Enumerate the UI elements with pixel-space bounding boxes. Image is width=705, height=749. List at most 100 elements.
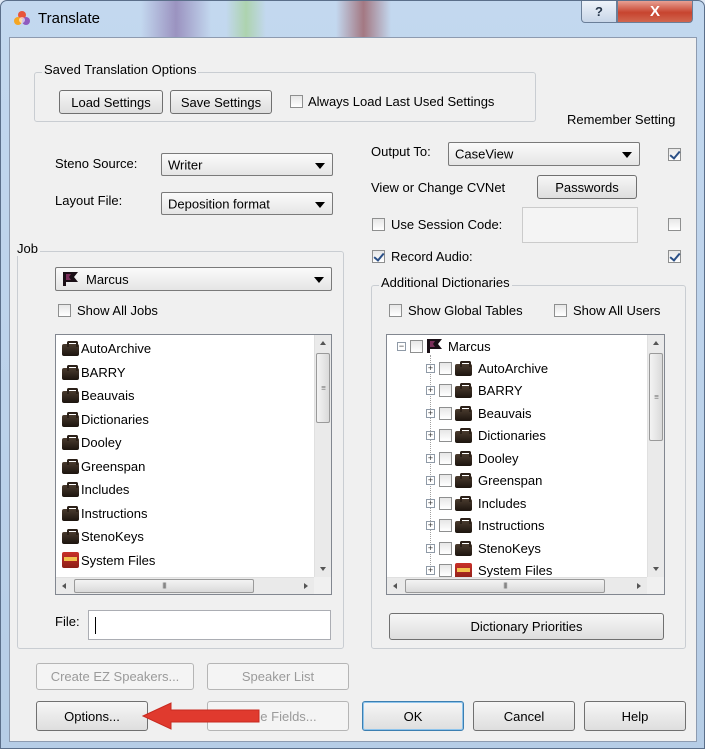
options-button[interactable]: Options... (36, 701, 148, 731)
job-list-hscroll[interactable]: III (56, 577, 314, 594)
expand-icon[interactable]: + (426, 498, 435, 508)
scroll-up-icon[interactable] (653, 341, 659, 345)
system-folder-icon (62, 552, 79, 568)
expand-icon[interactable]: + (426, 431, 435, 440)
record-audio-checkbox[interactable] (372, 250, 385, 263)
tree-node-label: BARRY (478, 383, 523, 398)
scroll-left-icon[interactable] (62, 583, 66, 589)
list-item-label: Includes (81, 482, 130, 497)
dictionary-priorities-button[interactable]: Dictionary Priorities (389, 613, 664, 640)
job-list-vscroll[interactable]: ≡ (314, 335, 331, 577)
tree-node[interactable]: + BARRY (426, 380, 523, 402)
save-settings-button[interactable]: Save Settings (170, 90, 272, 114)
cancel-button[interactable]: Cancel (473, 701, 575, 731)
tree-checkbox[interactable] (410, 339, 423, 353)
output-remember-checkbox[interactable] (668, 148, 681, 161)
tree-checkbox[interactable] (439, 564, 452, 577)
tree-checkbox[interactable] (439, 474, 452, 487)
dialog-client-area: Saved Translation Options Load Settings … (9, 37, 697, 742)
expand-icon[interactable]: + (426, 386, 435, 395)
layout-file-combo[interactable]: Deposition format (161, 192, 333, 215)
show-all-jobs-label: Show All Jobs (77, 303, 158, 318)
expand-icon[interactable]: + (426, 363, 435, 373)
dictionary-tree[interactable]: − Marcus + AutoArchive + BARRY + Beauvais + Dic… (386, 334, 665, 595)
scroll-left-icon[interactable] (393, 583, 397, 589)
job-list-vscroll-thumb[interactable]: ≡ (316, 353, 330, 423)
title-bar[interactable]: Translate ? X (1, 1, 704, 37)
scroll-down-icon[interactable] (653, 567, 659, 571)
file-input[interactable] (88, 610, 331, 640)
tree-checkbox[interactable] (439, 451, 452, 465)
list-item[interactable]: Dictionaries (62, 408, 149, 431)
list-item[interactable]: System Files (62, 549, 155, 572)
tree-node[interactable]: + Dooley (426, 447, 518, 469)
create-ez-speakers-button[interactable]: Create EZ Speakers... (36, 663, 194, 690)
load-settings-button[interactable]: Load Settings (59, 90, 163, 114)
list-item[interactable]: Dooley (62, 431, 121, 454)
steno-source-combo[interactable]: Writer (161, 153, 333, 176)
tree-node[interactable]: + Includes (426, 492, 526, 514)
passwords-button[interactable]: Passwords (537, 175, 637, 199)
tree-checkbox[interactable] (439, 406, 452, 420)
expand-icon[interactable]: + (426, 476, 435, 485)
list-item[interactable]: AutoArchive (62, 337, 151, 360)
tree-node[interactable]: + Greenspan (426, 470, 542, 492)
list-item[interactable]: Greenspan (62, 455, 145, 478)
title-close-button[interactable]: X (617, 1, 693, 23)
tree-node[interactable]: + Beauvais (426, 402, 531, 424)
list-item[interactable]: Beauvais (62, 384, 134, 407)
expand-icon[interactable]: + (426, 453, 435, 463)
tree-node[interactable]: + Dictionaries (426, 425, 546, 447)
tree-checkbox[interactable] (439, 361, 452, 375)
job-combo[interactable]: Marcus (55, 267, 332, 291)
expand-icon[interactable]: + (426, 566, 435, 575)
job-hscroll-grip: III (162, 581, 167, 591)
tree-checkbox[interactable] (439, 384, 452, 397)
session-code-input[interactable] (522, 207, 638, 243)
show-all-users-checkbox[interactable] (554, 304, 567, 317)
expand-icon[interactable]: + (426, 521, 435, 530)
file-label: File: (55, 614, 80, 629)
expand-icon[interactable]: + (426, 543, 435, 553)
folder-icon (62, 505, 79, 521)
job-list[interactable]: AutoArchive BARRY Beauvais Dictionaries Dool… (55, 334, 332, 595)
tree-node[interactable]: + StenoKeys (426, 537, 541, 559)
title-help-button[interactable]: ? (581, 1, 617, 23)
use-session-code-checkbox[interactable] (372, 218, 385, 231)
dict-tree-hscroll[interactable]: III (387, 577, 647, 594)
scroll-right-icon[interactable] (304, 583, 308, 589)
show-global-tables-checkbox[interactable] (389, 304, 402, 317)
tree-checkbox[interactable] (439, 519, 452, 532)
dict-tree-vscroll-thumb[interactable]: ≡ (649, 353, 663, 441)
tree-checkbox[interactable] (439, 496, 452, 510)
tree-root-marcus[interactable]: − Marcus (397, 335, 491, 357)
tree-node[interactable]: + AutoArchive (426, 357, 548, 379)
show-all-jobs-checkbox[interactable] (58, 304, 71, 317)
scroll-right-icon[interactable] (637, 583, 641, 589)
tree-node[interactable]: + Instructions (426, 515, 544, 537)
list-item[interactable]: StenoKeys (62, 525, 144, 548)
folder-icon (62, 458, 79, 474)
list-item[interactable]: Includes (62, 478, 129, 501)
folder-icon (455, 450, 472, 466)
tree-checkbox[interactable] (439, 429, 452, 442)
dict-tree-hscroll-thumb[interactable]: III (405, 579, 605, 593)
list-item-label: Beauvais (81, 388, 135, 403)
collapse-icon[interactable]: − (397, 341, 406, 351)
ok-button[interactable]: OK (362, 701, 464, 731)
tree-checkbox[interactable] (439, 541, 452, 555)
grip-icon: ≡ (654, 392, 659, 402)
scroll-up-icon[interactable] (320, 341, 326, 345)
help-button[interactable]: Help (584, 701, 686, 731)
job-list-hscroll-thumb[interactable]: III (74, 579, 254, 593)
dict-tree-vscroll[interactable]: ≡ (647, 335, 664, 577)
always-load-checkbox[interactable] (290, 95, 303, 108)
list-item[interactable]: Instructions (62, 502, 147, 525)
record-remember-checkbox[interactable] (668, 250, 681, 263)
session-remember-checkbox[interactable] (668, 218, 681, 231)
speaker-list-button[interactable]: Speaker List (207, 663, 349, 690)
expand-icon[interactable]: + (426, 408, 435, 418)
output-to-combo[interactable]: CaseView (448, 142, 640, 166)
list-item[interactable]: BARRY (62, 361, 126, 384)
scroll-down-icon[interactable] (320, 567, 326, 571)
